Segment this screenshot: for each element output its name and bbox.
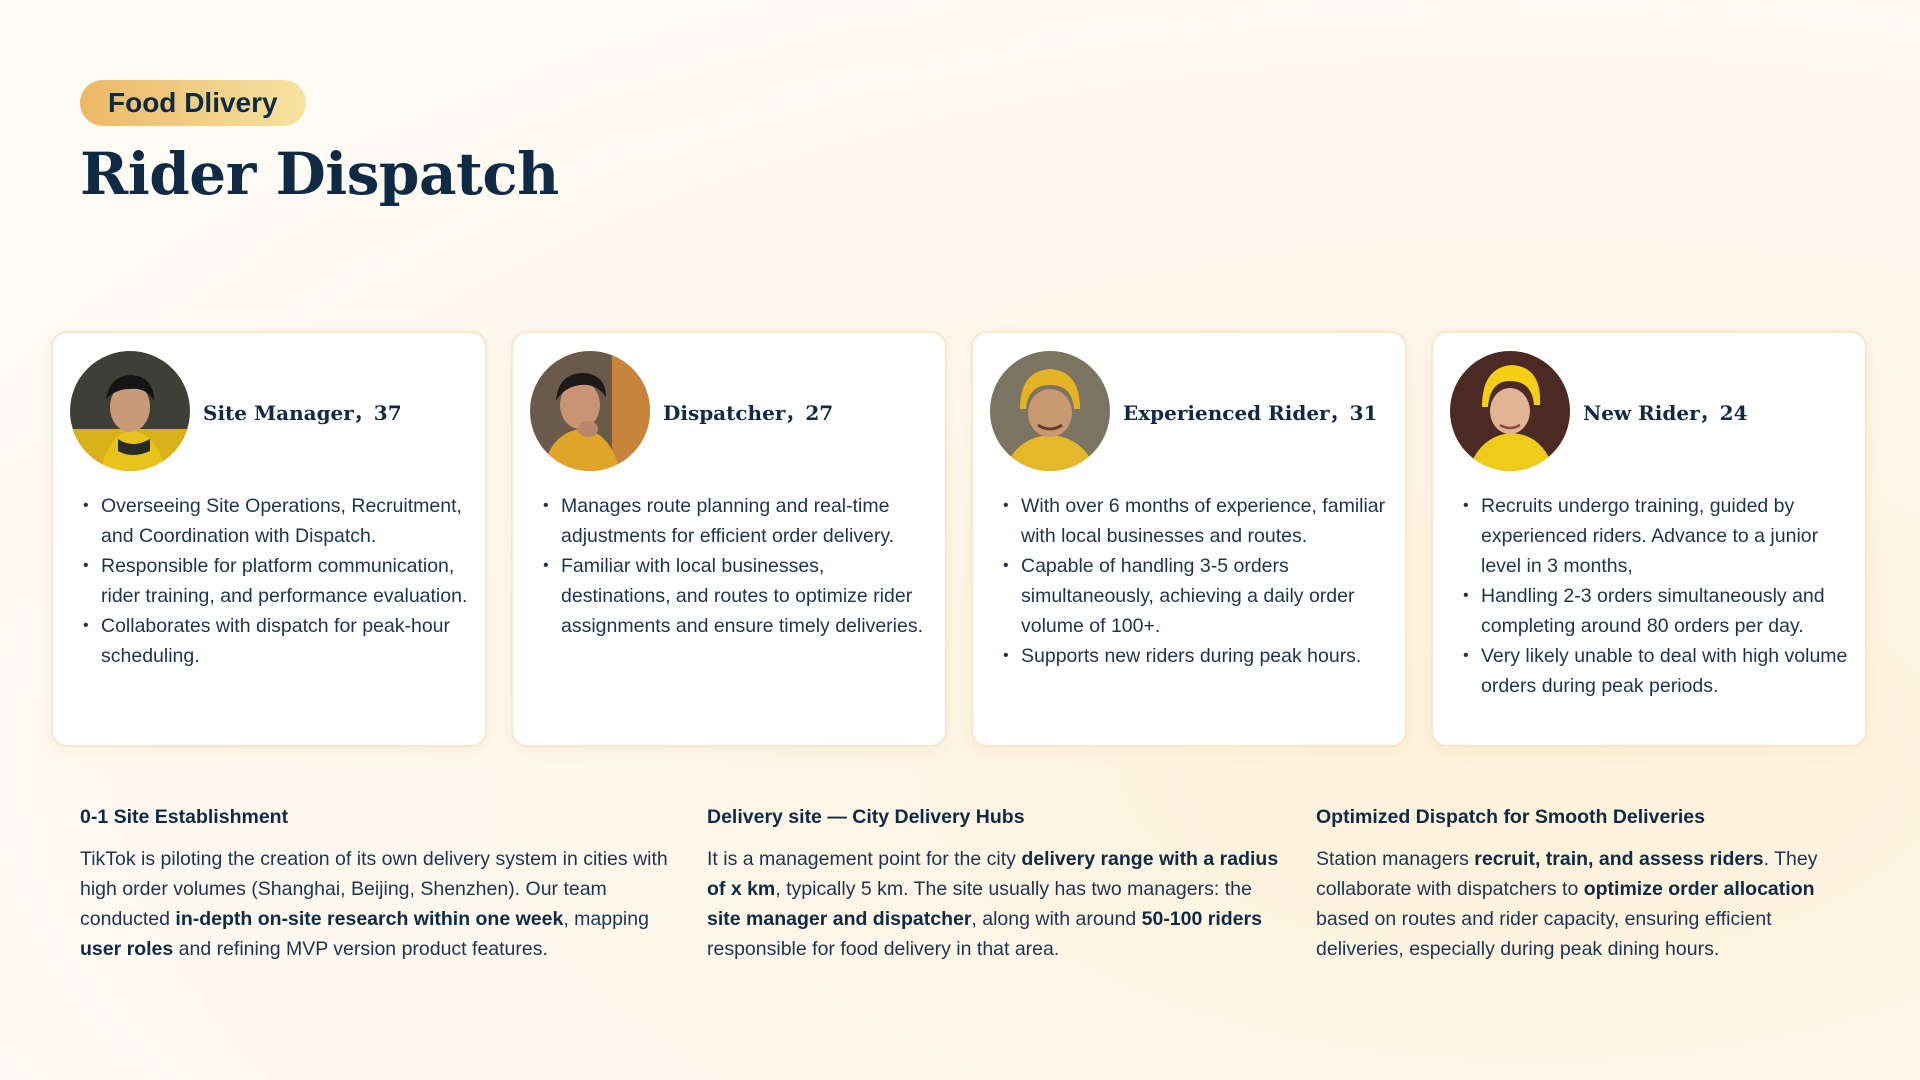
- dispatcher-avatar: [530, 351, 650, 471]
- info-heading: Delivery site — City Delivery Hubs: [707, 806, 1025, 828]
- emphasis-text: 50-100 riders: [1141, 908, 1262, 930]
- category-tag: Food Dlivery: [80, 80, 306, 126]
- persona-bullet: Manages route planning and real-time adj…: [543, 491, 933, 551]
- persona-bullet: Overseeing Site Operations, Recruitment,…: [83, 491, 473, 551]
- info-body: It is a management point for the city de…: [707, 844, 1287, 964]
- info-heading: 0-1 Site Establishment: [80, 806, 289, 828]
- persona-bullet: Familiar with local businesses, destinat…: [543, 551, 933, 641]
- persona-name: Experienced Rider，31: [1123, 401, 1378, 425]
- body-text: It is a management point for the city: [707, 848, 1022, 870]
- info-heading: Optimized Dispatch for Smooth Deliveries: [1316, 806, 1705, 828]
- body-text: based on routes and rider capacity, ensu…: [1316, 908, 1772, 960]
- persona-bullet: Collaborates with dispatch for peak-hour…: [83, 611, 473, 671]
- persona-bullet: With over 6 months of experience, famili…: [1003, 491, 1393, 551]
- persona-bullet: Very likely unable to deal with high vol…: [1463, 641, 1853, 701]
- body-text: , mapping: [563, 908, 649, 930]
- emphasis-text: optimize order allocation: [1583, 878, 1815, 900]
- experienced-rider-avatar: [990, 351, 1110, 471]
- info-section-delivery-site: Delivery site — City Delivery Hubs It is…: [707, 800, 1287, 964]
- body-text: Station managers: [1316, 848, 1475, 870]
- emphasis-text: in-depth on-site research within one wee…: [175, 908, 564, 930]
- persona-bullets: Overseeing Site Operations, Recruitment,…: [83, 491, 473, 671]
- persona-bullets: Recruits undergo training, guided by exp…: [1463, 491, 1853, 701]
- persona-bullet: Handling 2-3 orders simultaneously and c…: [1463, 581, 1853, 641]
- page-title: Rider Dispatch: [80, 140, 559, 208]
- body-text: , along with around: [971, 908, 1142, 930]
- persona-bullets: Manages route planning and real-time adj…: [543, 491, 933, 641]
- persona-card-dispatcher: Dispatcher，27 Manages route planning and…: [511, 331, 947, 747]
- persona-name: New Rider，24: [1583, 401, 1748, 425]
- persona-card-new-rider: New Rider，24 Recruits undergo training, …: [1431, 331, 1867, 747]
- persona-card-experienced-rider: Experienced Rider，31 With over 6 months …: [971, 331, 1407, 747]
- person-photo-icon: [990, 351, 1110, 471]
- persona-card-site-manager: Site Manager，37 Overseeing Site Operatio…: [51, 331, 487, 747]
- person-photo-icon: [530, 351, 650, 471]
- body-text: responsible for food delivery in that ar…: [707, 938, 1060, 960]
- site-manager-avatar: [70, 351, 190, 471]
- persona-bullet: Recruits undergo training, guided by exp…: [1463, 491, 1853, 581]
- new-rider-avatar: [1450, 351, 1570, 471]
- person-photo-icon: [70, 351, 190, 471]
- body-text: , typically 5 km. The site usually has t…: [775, 878, 1252, 900]
- person-photo-icon: [1450, 351, 1570, 471]
- info-section-site-establishment: 0-1 Site Establishment TikTok is pilotin…: [80, 800, 670, 964]
- emphasis-text: site manager and dispatcher: [707, 908, 972, 930]
- emphasis-text: user roles: [80, 938, 174, 960]
- persona-bullet: Capable of handling 3-5 orders simultane…: [1003, 551, 1393, 641]
- body-text: and refining MVP version product feature…: [173, 938, 548, 960]
- persona-bullets: With over 6 months of experience, famili…: [1003, 491, 1393, 671]
- persona-bullet: Supports new riders during peak hours.: [1003, 641, 1393, 671]
- info-body: TikTok is piloting the creation of its o…: [80, 844, 670, 964]
- info-body: Station managers recruit, train, and ass…: [1316, 844, 1856, 964]
- emphasis-text: recruit, train, and assess riders: [1474, 848, 1764, 870]
- info-section-optimized-dispatch: Optimized Dispatch for Smooth Deliveries…: [1316, 800, 1856, 964]
- persona-name: Site Manager，37: [203, 401, 402, 425]
- persona-cards: Site Manager，37 Overseeing Site Operatio…: [51, 331, 1871, 747]
- persona-name: Dispatcher，27: [663, 401, 834, 425]
- persona-bullet: Responsible for platform communication, …: [83, 551, 473, 611]
- info-sections: 0-1 Site Establishment TikTok is pilotin…: [0, 800, 1920, 1000]
